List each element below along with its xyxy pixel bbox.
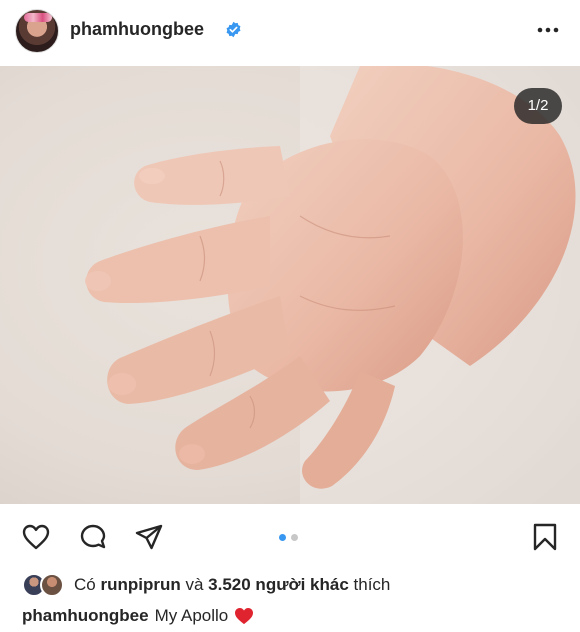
carousel-dot: [291, 534, 298, 541]
likes-prefix: Có: [74, 575, 96, 594]
heart-outline-icon[interactable]: [21, 522, 51, 552]
post-username[interactable]: phamhuongbee: [70, 19, 204, 40]
likes-summary: Có runpiprun và 3.520 người khác thích: [22, 572, 390, 598]
baby-hand-photo: [0, 66, 580, 504]
post-media-carousel[interactable]: 1/2: [0, 66, 580, 504]
red-heart-icon: [235, 607, 254, 625]
carousel-dot-active: [279, 534, 286, 541]
likes-conjunction: và: [185, 575, 204, 594]
verified-badge-icon: [226, 21, 241, 38]
flower-crown: [24, 13, 52, 22]
likes-others-count[interactable]: 3.520 người khác: [208, 575, 349, 595]
comment-bubble-icon[interactable]: [78, 522, 108, 552]
carousel-indicator: [279, 534, 298, 541]
liker-avatar: [40, 573, 64, 597]
liker-username[interactable]: runpiprun: [100, 575, 180, 595]
more-options-icon[interactable]: [536, 20, 560, 40]
paper-plane-icon[interactable]: [134, 522, 164, 552]
post-action-bar: [0, 504, 580, 566]
likes-suffix: thích: [353, 575, 391, 594]
post-header: phamhuongbee: [0, 0, 580, 66]
liker-avatars[interactable]: [22, 573, 66, 597]
media-counter-badge: 1/2: [514, 88, 562, 124]
post-caption: phamhuongbee My Apollo: [22, 606, 254, 626]
caption-text: My Apollo: [154, 606, 229, 625]
profile-avatar[interactable]: [15, 9, 59, 53]
caption-username[interactable]: phamhuongbee: [22, 606, 149, 626]
bookmark-icon[interactable]: [530, 522, 560, 552]
